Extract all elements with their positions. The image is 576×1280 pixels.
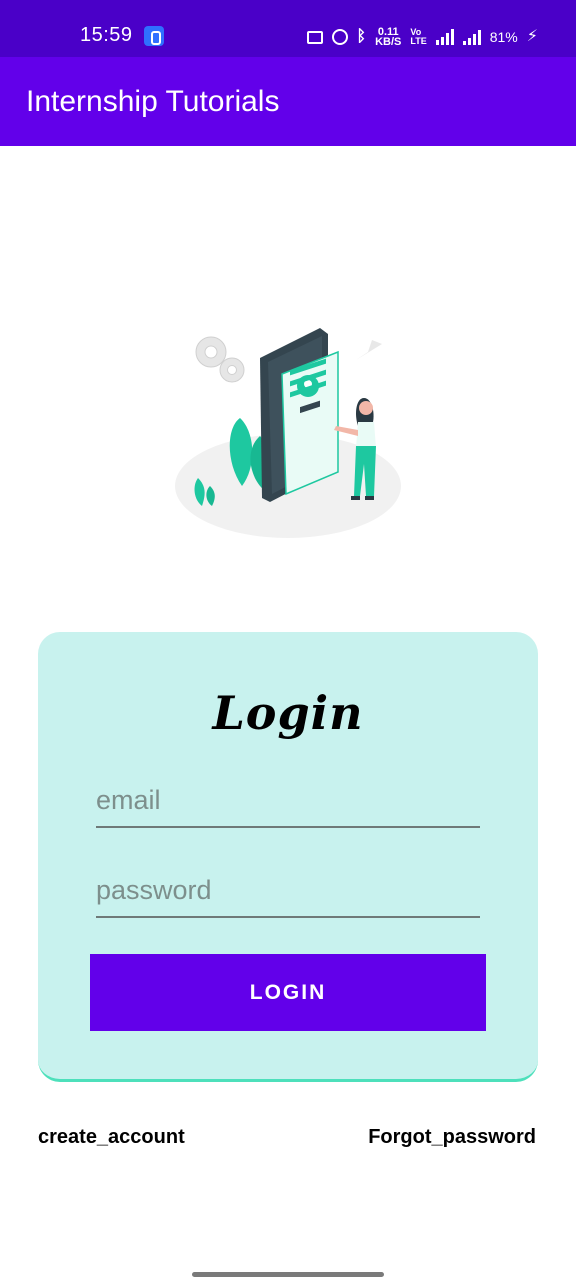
status-bar: 15:59 ᛒ 0.11 KB/S Vo LTE 81% ⚡: [0, 0, 576, 57]
phone-login-illustration: [175, 328, 401, 538]
login-button[interactable]: LOGIN: [90, 954, 486, 1031]
forgot-password-link[interactable]: Forgot_password: [368, 1126, 536, 1149]
login-card: Login LOGIN: [38, 632, 538, 1082]
app-title: Internship Tutorials: [26, 85, 280, 118]
status-time: 15:59: [80, 24, 133, 46]
create-account-link[interactable]: create_account: [38, 1126, 185, 1149]
battery-level: 81%: [489, 29, 518, 45]
volte-icon: Vo LTE: [410, 27, 427, 46]
network-speed: 0.11 KB/S: [375, 26, 402, 48]
bluetooth-icon: ᛒ: [356, 28, 367, 45]
phone-icon: [260, 328, 339, 502]
password-input[interactable]: [96, 875, 480, 906]
gesture-nav-handle[interactable]: [192, 1272, 384, 1277]
signal-icon: [462, 29, 481, 45]
status-icons: ᛒ 0.11 KB/S Vo LTE 81% ⚡: [306, 26, 538, 48]
email-field[interactable]: [96, 770, 480, 828]
gear-icon: [195, 336, 245, 383]
alarm-icon: [331, 29, 348, 45]
cloud-icon: [356, 340, 382, 360]
app-notification-icon: [144, 26, 164, 46]
login-heading: Login: [212, 686, 364, 740]
message-icon: [306, 30, 323, 44]
password-field[interactable]: [96, 860, 480, 918]
charging-icon: ⚡: [526, 28, 538, 45]
app-bar: Internship Tutorials: [0, 57, 576, 146]
signal-icon: [435, 29, 454, 45]
email-input[interactable]: [96, 785, 480, 816]
